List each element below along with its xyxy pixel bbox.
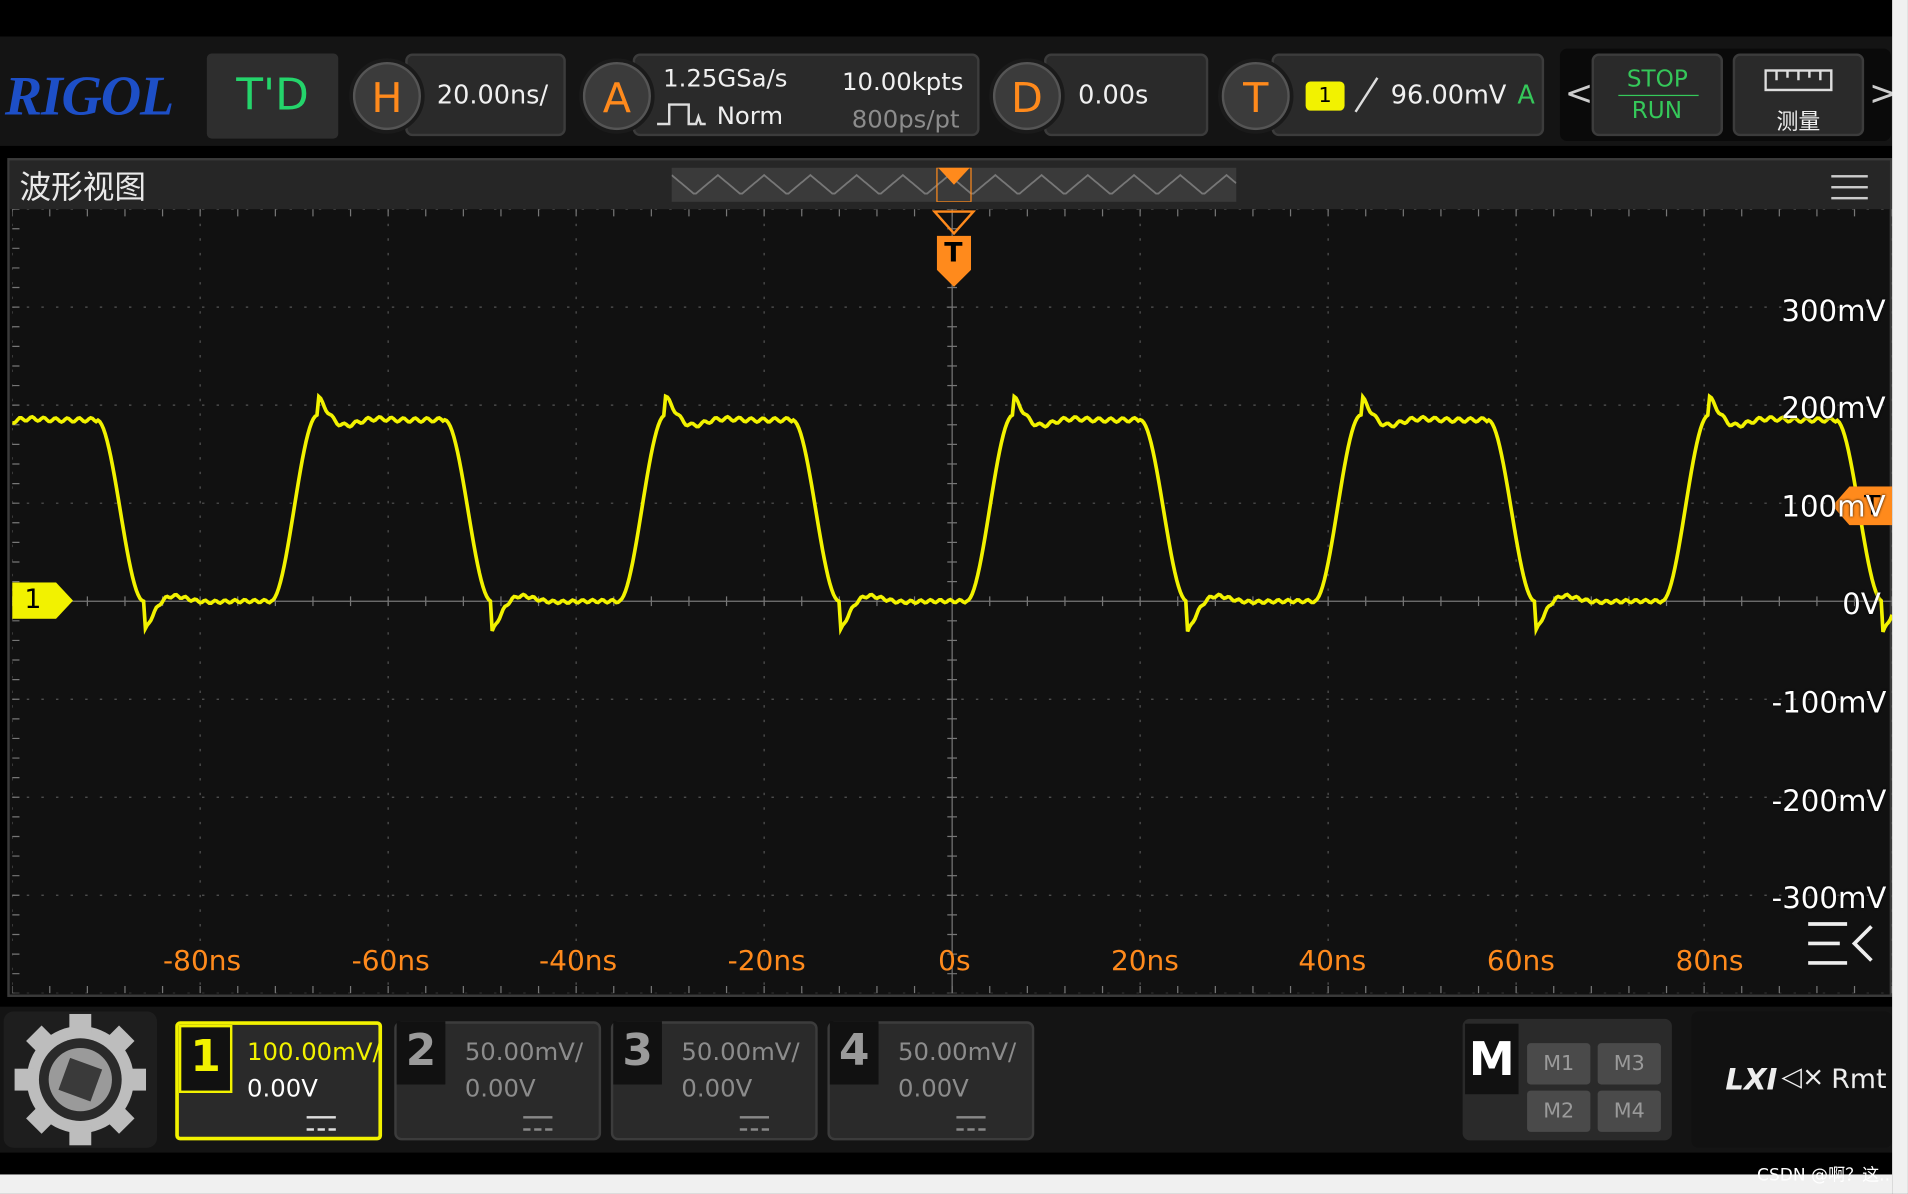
waveform-grid[interactable] (12, 209, 1893, 994)
math-m4-button[interactable]: M4 (1597, 1090, 1661, 1132)
waveform-title: 波形视图 (19, 170, 147, 207)
sample-rate: 1.25GSa/s (663, 63, 788, 93)
math-m1-button[interactable]: M1 (1527, 1043, 1591, 1085)
delay-value: 0.00s (1078, 80, 1149, 110)
channel4-scale: 50.00mV/ (897, 1037, 1017, 1067)
channel1-scale: 100.00mV/ (247, 1037, 381, 1067)
time-label: 0s (938, 945, 971, 978)
horizontal-scrollbar[interactable] (0, 1174, 1893, 1194)
trigger-button[interactable]: T (1218, 58, 1294, 134)
channel2-offset: 0.00V (464, 1073, 536, 1103)
volt-label: -100mV (1771, 685, 1887, 720)
volt-label: 200mV (1781, 391, 1886, 426)
volt-label: 100mV (1781, 489, 1886, 525)
horizontal-button[interactable]: H (349, 58, 425, 134)
math-m3-button[interactable]: M3 (1597, 1043, 1661, 1085)
home-button[interactable] (3, 1011, 157, 1148)
channel1-offset-label: 1 (24, 584, 42, 616)
channel2-number: 2 (396, 1021, 446, 1085)
delay-button[interactable]: D (989, 58, 1065, 134)
time-label: -80ns (163, 945, 242, 978)
time-resolution: 800ps/pt (851, 104, 960, 134)
memory-overview-bar[interactable] (671, 167, 1237, 202)
volt-label: 300mV (1781, 294, 1886, 329)
collapse-menu-icon[interactable] (1806, 919, 1877, 968)
trigger-position-label: T (944, 238, 963, 269)
channel2-scale: 50.00mV/ (464, 1037, 584, 1067)
volt-label: -200mV (1771, 784, 1887, 819)
gear-icon (14, 1013, 147, 1146)
channel3-scale: 50.00mV/ (681, 1037, 800, 1067)
time-label: -20ns (727, 945, 806, 978)
volt-label: 0V (1842, 587, 1881, 622)
stop-label: STOP (1626, 65, 1688, 93)
chevron-left-icon[interactable]: < (1565, 73, 1594, 113)
display-mode-button[interactable]: T'D (206, 53, 339, 139)
rigol-logo: RIGOL (4, 64, 174, 127)
volt-label: -300mV (1771, 881, 1887, 916)
stop-run-divider (1618, 94, 1699, 97)
math-m2-button[interactable]: M2 (1527, 1090, 1591, 1132)
time-label: 60ns (1486, 945, 1555, 978)
channel1-offset: 0.00V (247, 1073, 318, 1103)
dc-coupling-icon (306, 1116, 336, 1131)
memory-depth: 10.00kpts (842, 66, 964, 97)
dc-coupling-icon (523, 1116, 553, 1131)
channel4-offset: 0.00V (897, 1073, 969, 1103)
channel1-offset-marker[interactable] (12, 582, 75, 619)
trigger-source-badge: 1 (1305, 81, 1345, 111)
mute-icon[interactable]: ◁× (1781, 1063, 1824, 1093)
channel1-number: 1 (178, 1024, 233, 1094)
overview-trigger-marker (938, 167, 970, 185)
dc-coupling-icon (739, 1116, 770, 1131)
run-label: RUN (1631, 97, 1683, 125)
dc-coupling-icon (956, 1116, 986, 1131)
lxi-icon[interactable]: LXI (1725, 1063, 1777, 1097)
time-label: -60ns (351, 945, 430, 978)
acquire-button[interactable]: A (579, 58, 655, 134)
horizontal-scale: 20.00ns/ (436, 80, 549, 110)
time-label: 80ns (1675, 945, 1744, 978)
acquire-mode: Norm (716, 100, 784, 131)
channel3-number: 3 (613, 1021, 662, 1085)
time-label: -40ns (539, 945, 618, 978)
ruler-icon (1764, 69, 1833, 92)
time-label: 20ns (1110, 945, 1179, 978)
trigger-level: 96.00mV (1390, 80, 1507, 110)
pulse-icon (657, 103, 706, 126)
panel-menu-icon[interactable] (1831, 175, 1868, 202)
vertical-scrollbar[interactable] (1892, 0, 1908, 1194)
watermark: CSDN @啊？这.. (1757, 1165, 1891, 1186)
channel3-offset: 0.00V (681, 1073, 753, 1103)
measure-label: 测量 (1776, 109, 1821, 135)
math-button[interactable]: M (1465, 1023, 1519, 1095)
channel4-number: 4 (829, 1021, 879, 1085)
rising-edge-icon (1354, 77, 1379, 113)
remote-status: Rmt (1831, 1065, 1887, 1096)
time-label: 40ns (1298, 945, 1367, 978)
trigger-sweep: A (1517, 80, 1535, 110)
